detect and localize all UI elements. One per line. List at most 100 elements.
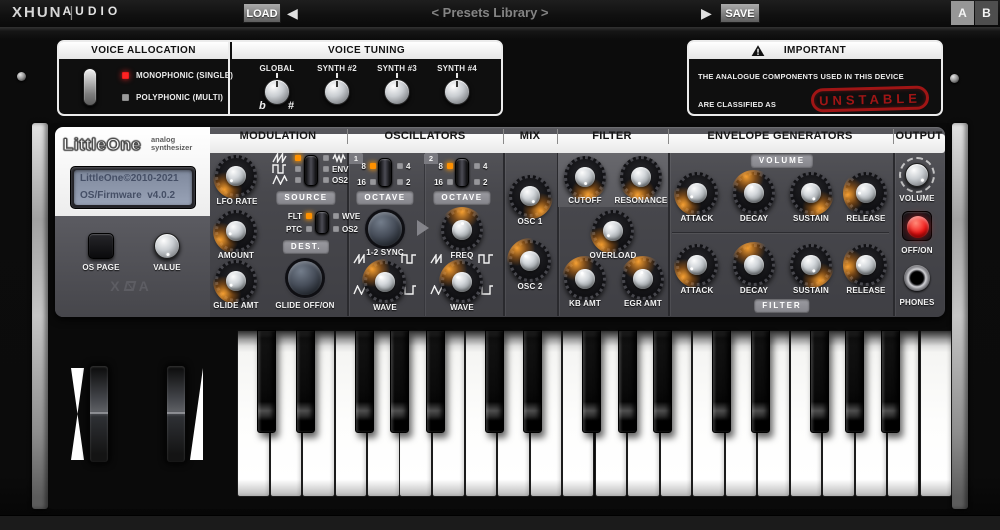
header-divider: [893, 129, 894, 144]
synth2-tune-label: SYNTH #2: [317, 64, 357, 73]
synth4-tune-knob[interactable]: [444, 79, 470, 105]
filter-decay-knob[interactable]: [733, 244, 775, 286]
black-key[interactable]: [296, 330, 315, 433]
filter-sustain-knob[interactable]: [790, 244, 832, 286]
volume-sustain-knob[interactable]: [790, 172, 832, 214]
power-button-base: [902, 211, 932, 241]
os-page-button[interactable]: [88, 233, 114, 259]
dest-flt-led: [306, 213, 312, 219]
kb-amt-knob[interactable]: [564, 258, 606, 300]
black-key[interactable]: [881, 330, 900, 433]
synth2-tune-knob[interactable]: [324, 79, 350, 105]
section-divider: [668, 153, 670, 316]
resonance-label: RESONANCE: [615, 196, 668, 205]
output-volume-knob[interactable]: [905, 163, 929, 187]
pitch-indicator-icon: [71, 368, 85, 460]
filter-sustain-label: SUSTAIN: [793, 286, 829, 295]
section-title-mix: MIX: [520, 130, 540, 142]
preset-a-button[interactable]: A: [951, 1, 974, 25]
glide-amt-knob[interactable]: [215, 260, 257, 302]
glide-amt-label: GLIDE AMT: [213, 301, 259, 310]
poly-led: [122, 94, 129, 101]
pitch-wheel[interactable]: [88, 364, 110, 464]
save-button[interactable]: SAVE: [720, 3, 760, 23]
voice-allocation-box: VOICE ALLOCATION MONOPHONIC (SINGLE) POL…: [59, 42, 230, 114]
mod-wheel[interactable]: [165, 364, 187, 464]
osc2-freq-knob[interactable]: [441, 209, 483, 251]
cutoff-knob[interactable]: [564, 156, 606, 198]
important-box: IMPORTANT THE ANALOGUE COMPONENTS USED I…: [687, 40, 943, 116]
white-key[interactable]: [920, 330, 953, 497]
lfo-rate-knob[interactable]: [215, 155, 257, 197]
black-key[interactable]: [355, 330, 374, 433]
prev-preset-icon[interactable]: ◀: [287, 4, 298, 22]
preset-b-button[interactable]: B: [975, 1, 998, 25]
next-preset-icon[interactable]: ▶: [701, 4, 712, 22]
filter-release-label: RELEASE: [846, 286, 885, 295]
global-tune-knob[interactable]: [264, 79, 290, 105]
keyboard: [237, 330, 952, 497]
eg-divider: [672, 232, 889, 233]
lfo-source-led-1: [295, 155, 301, 161]
lfo-source-led-4: [323, 155, 329, 161]
voice-mode-toggle[interactable]: [83, 68, 97, 106]
value-knob[interactable]: [154, 233, 180, 259]
important-header: IMPORTANT: [689, 42, 941, 59]
lfo-source-led-5: [323, 166, 329, 172]
filter-release-knob[interactable]: [845, 244, 887, 286]
osc2-octave-switch[interactable]: [455, 158, 469, 187]
tick-icon: [396, 73, 398, 78]
lfo-source-switch[interactable]: [304, 155, 318, 186]
black-key[interactable]: [257, 330, 276, 433]
volume-release-knob[interactable]: [845, 172, 887, 214]
section-title-modulation: MODULATION: [240, 130, 317, 142]
flt-label: FLT: [280, 212, 302, 221]
load-button[interactable]: LOAD: [243, 3, 281, 23]
osc1-octave-switch[interactable]: [378, 158, 392, 187]
black-key[interactable]: [618, 330, 637, 433]
power-button[interactable]: [907, 216, 929, 238]
osc1-oct4-led: [397, 163, 403, 169]
lfo-rate-label: LFO RATE: [216, 197, 257, 206]
header-divider: [503, 129, 504, 144]
black-key[interactable]: [751, 330, 770, 433]
black-key[interactable]: [390, 330, 409, 433]
volume-attack-knob[interactable]: [676, 172, 718, 214]
voice-allocation-title: VOICE ALLOCATION: [59, 42, 228, 59]
osc1-oct2-label: 2: [406, 178, 410, 187]
osc2-wave-knob[interactable]: [441, 261, 483, 303]
overload-knob[interactable]: [592, 210, 634, 252]
power-label: OFF/ON: [901, 246, 932, 255]
black-key[interactable]: [426, 330, 445, 433]
black-key[interactable]: [582, 330, 601, 433]
black-key[interactable]: [845, 330, 864, 433]
mix-osc1-knob[interactable]: [509, 175, 551, 217]
osc1-wave-knob[interactable]: [364, 261, 406, 303]
lfo-source-led-3: [295, 177, 301, 183]
black-key[interactable]: [485, 330, 504, 433]
egr-amt-knob[interactable]: [622, 258, 664, 300]
glide-on-off-button[interactable]: [288, 261, 322, 295]
preset-display[interactable]: < Presets Library >: [350, 5, 630, 20]
kb-amt-label: KB AMT: [569, 299, 601, 308]
resonance-knob[interactable]: [620, 156, 662, 198]
black-key[interactable]: [523, 330, 542, 433]
section-title-envelopes: ENVELOPE GENERATORS: [707, 130, 852, 142]
important-line2: ARE CLASSIFIED AS: [698, 100, 776, 109]
saw-wave-icon: [353, 254, 369, 264]
synth3-tune-knob[interactable]: [384, 79, 410, 105]
ptc-label: PTC: [280, 225, 302, 234]
black-key[interactable]: [712, 330, 731, 433]
poly-label: POLYPHONIC (MULTI): [136, 93, 223, 102]
filter-attack-knob[interactable]: [676, 244, 718, 286]
mod-dest-switch[interactable]: [315, 211, 329, 234]
lcd-display: LittleOne©2010-2021 OS/Firmware v4.0.2: [70, 166, 196, 209]
dest-ptc-led: [306, 226, 312, 232]
black-key[interactable]: [810, 330, 829, 433]
mod-amount-knob[interactable]: [215, 210, 257, 252]
black-key[interactable]: [653, 330, 672, 433]
section-divider: [893, 153, 895, 316]
mix-osc2-knob[interactable]: [509, 240, 551, 282]
volume-decay-knob[interactable]: [733, 172, 775, 214]
sync-button[interactable]: [368, 212, 402, 246]
